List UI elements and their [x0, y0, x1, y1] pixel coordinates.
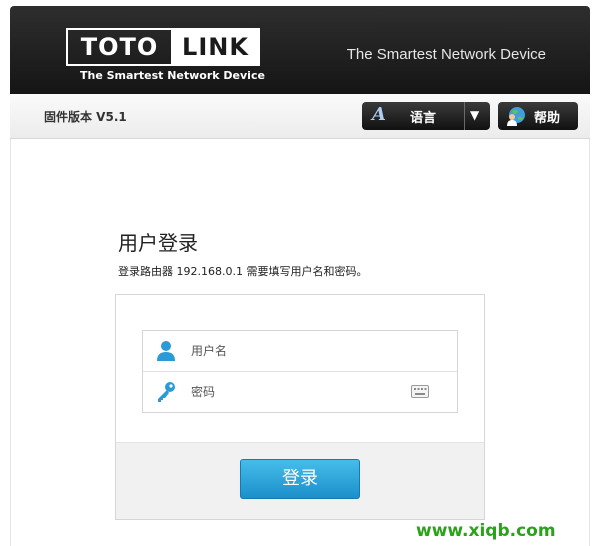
language-dropdown-button[interactable]: A 语言 ▼	[362, 102, 490, 130]
login-fields	[142, 330, 458, 413]
firmware-version: 固件版本 V5.1	[44, 110, 127, 124]
user-icon	[157, 341, 175, 361]
toolbar: 固件版本 V5.1 A 语言 ▼ 帮助	[10, 94, 590, 139]
chevron-down-icon[interactable]: ▼	[470, 108, 479, 122]
logo-text-left: TOTO	[66, 28, 171, 66]
login-description: 登录路由器 192.168.0.1 需要填写用户名和密码。	[118, 265, 368, 278]
top-header: TOTO LINK The Smartest Network Device Th…	[10, 6, 590, 94]
login-title: 用户登录	[118, 231, 198, 255]
password-input[interactable]	[191, 380, 401, 404]
language-label: 语言	[410, 111, 437, 126]
keyboard-icon[interactable]	[411, 385, 429, 398]
key-icon	[158, 382, 175, 402]
username-row	[143, 331, 457, 372]
language-divider	[464, 102, 465, 130]
brand-logo: TOTO LINK	[66, 28, 260, 66]
logo-tagline: The Smartest Network Device	[80, 69, 265, 82]
help-button[interactable]: 帮助	[498, 102, 578, 130]
login-panel-footer: 登录	[116, 442, 484, 519]
password-row	[143, 372, 457, 412]
username-input[interactable]	[191, 339, 401, 363]
logo-text-right: LINK	[171, 28, 260, 66]
login-panel: 登录	[115, 294, 485, 520]
page: TOTO LINK The Smartest Network Device Th…	[0, 0, 600, 546]
login-button[interactable]: 登录	[240, 459, 360, 499]
watermark: www.xiqb.com	[416, 521, 556, 541]
help-label: 帮助	[534, 111, 561, 126]
language-icon: A	[372, 104, 386, 125]
header-slogan: The Smartest Network Device	[346, 46, 546, 63]
globe-user-icon	[507, 107, 525, 126]
